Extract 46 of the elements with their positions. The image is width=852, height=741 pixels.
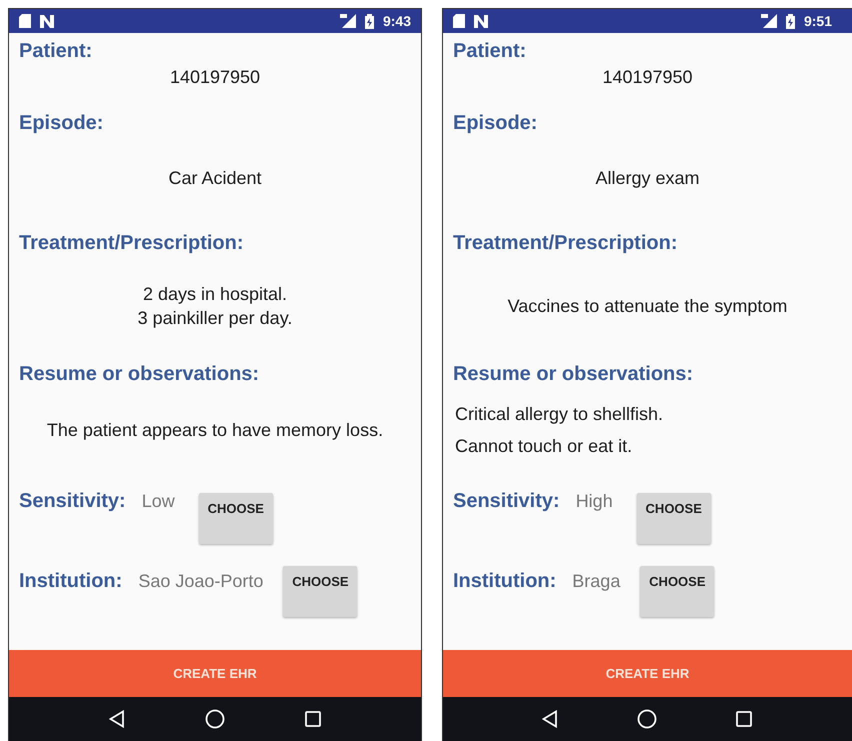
sd-card-icon <box>452 14 465 28</box>
battery-icon <box>786 14 795 28</box>
field-value: Critical allergy to shellfish. <box>454 402 664 426</box>
choose-button[interactable]: CHOOSE <box>198 493 273 544</box>
field-label: Treatment/Prescription: <box>19 231 244 256</box>
field-label: Patient: <box>452 39 526 64</box>
field-label: Institution: <box>452 569 556 594</box>
field-value: 3 painkiller per day. <box>138 307 292 330</box>
field-value: 140197950 <box>170 66 260 89</box>
field-label: Treatment/Prescription: <box>452 231 678 256</box>
field-value: Braga <box>572 570 620 593</box>
battery-icon <box>364 14 374 28</box>
n-letter-icon <box>474 14 488 28</box>
field-label: Sensitivity: <box>452 489 560 514</box>
status-time: 9:51 <box>804 13 832 29</box>
field-label: Patient: <box>19 39 92 64</box>
field-label: Sensitivity: <box>19 489 126 514</box>
field-value: The patient appears to have memory loss. <box>46 418 384 442</box>
sd-card-icon <box>19 14 31 28</box>
field-value: Sao Joao-Porto <box>138 570 264 593</box>
home-icon[interactable] <box>637 709 658 729</box>
recents-icon[interactable] <box>736 711 752 727</box>
recents-icon[interactable] <box>304 711 321 727</box>
field-value: Low <box>142 490 175 513</box>
n-letter-icon <box>40 14 54 28</box>
field-value: 140197950 <box>602 66 693 89</box>
field-value: Vaccines to attenuate the symptom <box>508 295 788 318</box>
field-value: Cannot touch or eat it. <box>454 434 632 458</box>
choose-button[interactable]: CHOOSE <box>636 493 711 544</box>
field-label: Institution: <box>19 569 122 594</box>
field-value: 2 days in hospital. <box>142 283 288 306</box>
back-icon[interactable] <box>542 710 558 728</box>
status-time: 9:43 <box>382 13 411 29</box>
choose-button[interactable]: CHOOSE <box>283 566 358 617</box>
back-icon[interactable] <box>108 710 125 728</box>
signal-icon <box>760 14 777 28</box>
home-icon[interactable] <box>204 709 225 729</box>
field-value: Allergy exam <box>595 167 700 190</box>
choose-button[interactable]: CHOOSE <box>640 566 714 617</box>
field-label: Episode: <box>19 111 104 136</box>
field-value: High <box>576 490 613 513</box>
field-label: Resume or observations: <box>452 362 694 387</box>
field-value: Car Acident <box>168 167 262 190</box>
signal-icon <box>340 14 356 28</box>
field-label: Resume or observations: <box>19 362 260 387</box>
field-label: Episode: <box>452 111 538 136</box>
